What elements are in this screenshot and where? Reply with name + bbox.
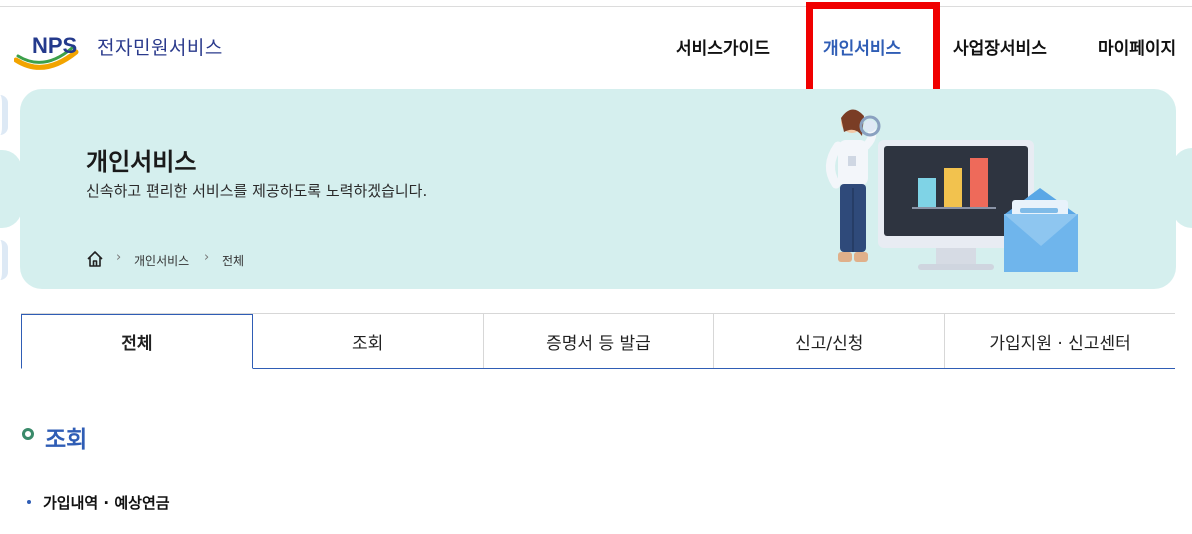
logo-title: 전자민원서비스 xyxy=(97,37,223,59)
subsection-title[interactable]: 가입내역 · 예상연금 xyxy=(43,492,170,513)
person-monitor-illustration xyxy=(826,109,1078,272)
home-icon[interactable] xyxy=(86,250,104,268)
tab-certificate-issuance[interactable]: 증명서 등 발급 xyxy=(483,314,715,368)
chevron-right-icon: › xyxy=(116,250,122,265)
banner-edge-decoration xyxy=(0,95,8,135)
page-title: 개인서비스 xyxy=(86,148,197,176)
section-title: 조회 xyxy=(45,427,88,453)
highlight-annotation-box xyxy=(806,2,940,102)
page-subtitle: 신속하고 편리한 서비스를 제공하도록 노력하겠습니다. xyxy=(86,182,428,200)
list-bullet-icon xyxy=(27,500,31,504)
logo-brand: NPS xyxy=(32,33,77,58)
section-bullet-icon xyxy=(22,428,34,440)
site-logo[interactable]: NPS 전자민원서비스 xyxy=(14,30,244,74)
nav-business-service[interactable]: 사업장서비스 xyxy=(953,34,1047,59)
nav-service-guide[interactable]: 서비스가이드 xyxy=(676,34,770,59)
category-tabs: 전체 조회 증명서 등 발급 신고/신청 가입지원 · 신고센터 xyxy=(21,313,1175,369)
nav-my-page[interactable]: 마이페이지 xyxy=(1098,34,1176,59)
tab-enrollment-support[interactable]: 가입지원 · 신고센터 xyxy=(945,314,1175,368)
top-divider xyxy=(0,6,1192,7)
breadcrumb-item[interactable]: 전체 xyxy=(222,252,244,269)
tab-all[interactable]: 전체 xyxy=(21,314,253,369)
banner-edge-decoration xyxy=(0,240,8,280)
breadcrumb-item[interactable]: 개인서비스 xyxy=(134,252,189,269)
chevron-right-icon: › xyxy=(204,250,210,265)
tab-inquiry[interactable]: 조회 xyxy=(252,314,484,368)
tab-report-application[interactable]: 신고/신청 xyxy=(714,314,946,368)
nps-logo-icon: NPS xyxy=(14,33,79,70)
banner-side-tab-left xyxy=(0,150,22,228)
